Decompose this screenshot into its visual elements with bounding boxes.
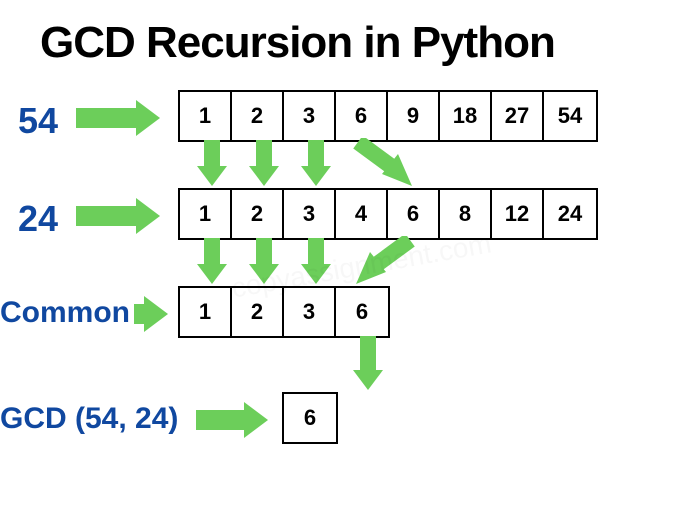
cell: 1 [180,288,232,336]
arrow-down-icon [353,336,383,390]
label-gcd: GCD (54, 24) [0,402,178,436]
cell: 2 [232,92,284,140]
arrow-right-icon [134,296,168,332]
cell: 8 [440,190,492,238]
cell: 12 [492,190,544,238]
cell: 6 [388,190,440,238]
common-factors-row: 1 2 3 6 [178,286,390,338]
cell: 24 [544,190,596,238]
cell: 4 [336,190,388,238]
factors-54-row: 1 2 3 6 9 18 27 54 [178,90,598,142]
cell: 3 [284,92,336,140]
cell: 54 [544,92,596,140]
cell: 1 [180,190,232,238]
arrow-diag-icon [344,236,424,288]
cell: 27 [492,92,544,140]
cell: 1 [180,92,232,140]
cell: 3 [284,288,336,336]
label-24: 24 [18,198,58,240]
arrow-down-icon [301,140,331,186]
arrow-right-icon [76,198,160,234]
arrow-down-icon [249,238,279,284]
cell: 6 [336,288,388,336]
cell: 2 [232,190,284,238]
arrow-right-icon [76,100,160,136]
arrow-diag-icon [344,138,424,190]
cell: 3 [284,190,336,238]
gcd-result-row: 6 [282,392,338,444]
arrow-down-icon [197,238,227,284]
cell: 6 [336,92,388,140]
label-54: 54 [18,100,58,142]
label-common: Common [0,296,130,330]
arrow-down-icon [301,238,331,284]
cell: 18 [440,92,492,140]
factors-24-row: 1 2 3 4 6 8 12 24 [178,188,598,240]
page-title: GCD Recursion in Python [40,18,555,68]
cell: 6 [284,394,336,442]
cell: 2 [232,288,284,336]
arrow-right-icon [196,402,268,438]
arrow-down-icon [197,140,227,186]
arrow-down-icon [249,140,279,186]
cell: 9 [388,92,440,140]
